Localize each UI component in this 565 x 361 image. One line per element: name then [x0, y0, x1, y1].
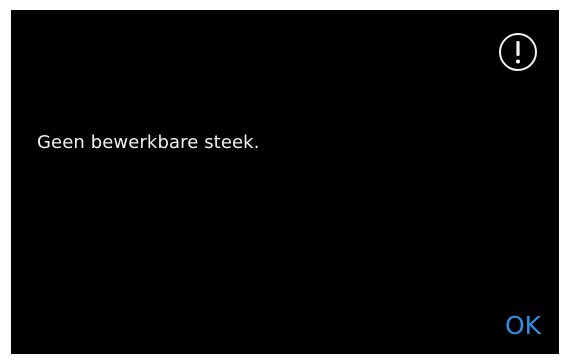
screen-frame: Geen bewerkbare steek. OK	[0, 0, 565, 361]
alert-dialog: Geen bewerkbare steek. OK	[11, 10, 559, 354]
dialog-message: Geen bewerkbare steek.	[37, 132, 260, 153]
exclamation-circle-icon	[499, 33, 537, 71]
ok-button[interactable]: OK	[493, 304, 553, 348]
